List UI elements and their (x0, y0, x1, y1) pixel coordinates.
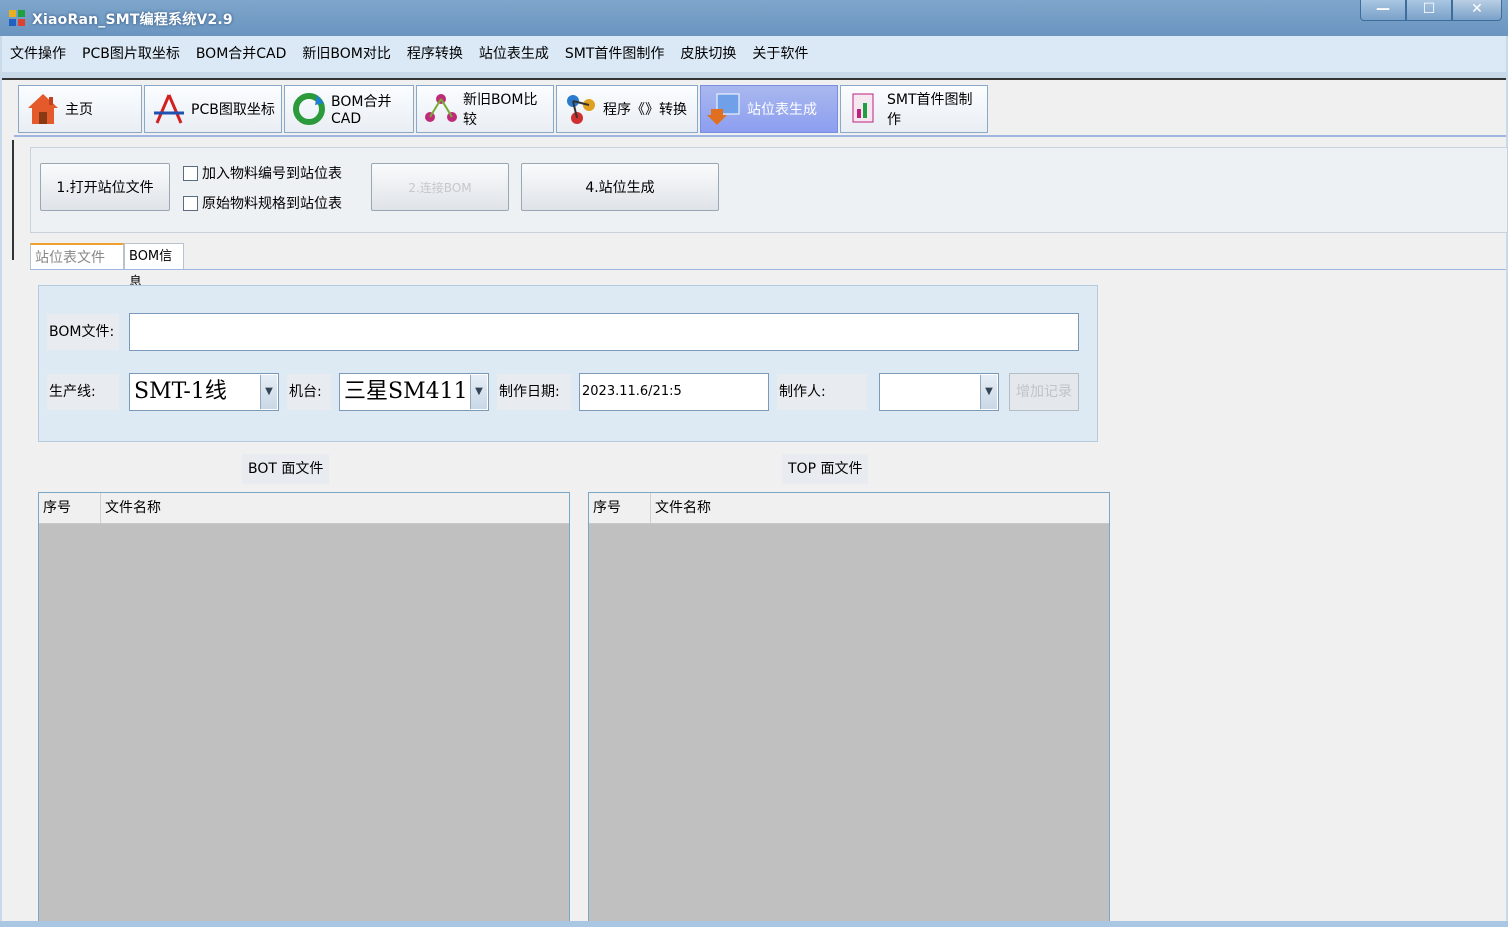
date-label: 制作日期: (497, 374, 571, 410)
tab-bom-info[interactable]: BOM信息 (124, 243, 184, 290)
add-part-code-checkbox[interactable]: 加入物料编号到站位表 (183, 163, 342, 183)
tab-label: 程序《》转换 (603, 102, 687, 118)
tab-smt-first-article[interactable]: SMT首件图制作 (840, 85, 988, 133)
tab-label: BOM合并CAD (331, 94, 392, 127)
download-icon (707, 93, 740, 125)
tab-pcb-coordinates[interactable]: PCB图取坐标 (144, 85, 282, 133)
menu-station-table[interactable]: 站位表生成 (471, 36, 557, 72)
left-divider (12, 140, 14, 260)
tab-station-table[interactable]: 站位表生成 (700, 85, 838, 133)
document-chart-icon (852, 93, 874, 123)
tab-label: 站位表生成 (747, 102, 817, 118)
menu-program-convert[interactable]: 程序转换 (399, 36, 471, 72)
module-tabs: 主页 PCB图取坐标 BOM合并CAD 新旧BOM比较 程序《》转换 站位表生成… (18, 85, 990, 135)
close-button[interactable]: ✕ (1452, 0, 1502, 21)
menu-pcb-coordinates[interactable]: PCB图片取坐标 (74, 36, 188, 72)
app-window: XiaoRan_SMT编程系统V2.9 — ☐ ✕ 文件操作 PCB图片取坐标 … (0, 0, 1508, 927)
network-icon (425, 94, 457, 122)
compass-icon (154, 94, 184, 124)
grid-header: 序号 文件名称 (39, 493, 569, 524)
top-files-grid[interactable]: 序号 文件名称 (588, 492, 1110, 927)
tab-label: SMT首件图制作 (887, 92, 973, 128)
recycle-icon (293, 93, 325, 125)
tab-label: 新旧BOM比较 (463, 92, 538, 128)
molecule-icon (567, 95, 595, 124)
col-filename-header[interactable]: 文件名称 (101, 493, 569, 523)
main-area: 主页 PCB图取坐标 BOM合并CAD 新旧BOM比较 程序《》转换 站位表生成… (2, 78, 1508, 927)
checkbox-box[interactable] (183, 195, 198, 211)
tab-station-file[interactable]: 站位表文件 (30, 243, 124, 269)
open-station-file-button[interactable]: 1.打开站位文件 (40, 163, 170, 211)
minimize-button[interactable]: — (1360, 0, 1406, 21)
machine-value: 三星SM411 (344, 379, 468, 404)
grid-header: 序号 文件名称 (589, 493, 1109, 524)
tab-program-convert[interactable]: 程序《》转换 (556, 85, 698, 133)
tab-bom-compare[interactable]: 新旧BOM比较 (416, 85, 554, 133)
maker-label: 制作人: (777, 374, 867, 410)
bom-file-label: BOM文件: (47, 314, 119, 350)
bot-files-grid[interactable]: 序号 文件名称 (38, 492, 570, 927)
menu-bar: 文件操作 PCB图片取坐标 BOM合并CAD 新旧BOM对比 程序转换 站位表生… (2, 36, 1506, 72)
menu-about[interactable]: 关于软件 (744, 36, 816, 72)
menu-bom-compare[interactable]: 新旧BOM对比 (294, 36, 398, 72)
connect-bom-button[interactable]: 2.连接BOM (371, 163, 509, 211)
checkbox-box[interactable] (183, 165, 198, 181)
home-icon (28, 94, 58, 124)
menu-smt-first-article[interactable]: SMT首件图制作 (557, 36, 673, 72)
machine-select[interactable]: 三星SM411 ▼ (339, 373, 489, 411)
add-record-button[interactable]: 增加记录 (1009, 373, 1079, 411)
maximize-button[interactable]: ☐ (1406, 0, 1452, 21)
machine-label: 机台: (287, 374, 331, 410)
production-line-label: 生产线: (47, 374, 119, 410)
title-bar[interactable]: XiaoRan_SMT编程系统V2.9 — ☐ ✕ (0, 0, 1508, 36)
top-files-caption: TOP 面文件 (782, 454, 869, 484)
menu-file[interactable]: 文件操作 (2, 36, 74, 72)
tab-bom-merge-cad[interactable]: BOM合并CAD (284, 85, 414, 133)
date-input[interactable]: 2023.11.6/21:5 (579, 373, 769, 411)
add-part-spec-checkbox[interactable]: 原始物料规格到站位表 (183, 193, 342, 213)
menu-skin[interactable]: 皮肤切换 (672, 36, 744, 72)
tab-home[interactable]: 主页 (18, 85, 142, 133)
station-toolbar: 1.打开站位文件 加入物料编号到站位表 原始物料规格到站位表 2.连接BOM 4… (30, 147, 1508, 233)
checkbox-label: 加入物料编号到站位表 (202, 166, 342, 182)
production-line-select[interactable]: SMT-1线 ▼ (129, 373, 279, 411)
window-title: XiaoRan_SMT编程系统V2.9 (32, 12, 233, 28)
col-index-header[interactable]: 序号 (589, 493, 651, 523)
subtab-underline (30, 269, 1506, 270)
tab-label: 主页 (65, 102, 93, 118)
chevron-down-icon[interactable]: ▼ (470, 375, 487, 409)
window-bottom-border (0, 921, 1508, 927)
app-logo-icon (9, 10, 25, 26)
col-index-header[interactable]: 序号 (39, 493, 101, 523)
menu-bom-merge-cad[interactable]: BOM合并CAD (188, 36, 295, 72)
maker-select[interactable]: ▼ (879, 373, 999, 411)
bom-form-panel: BOM文件: 生产线: SMT-1线 ▼ 机台: 三星SM411 ▼ 制作日期:… (38, 285, 1098, 442)
col-filename-header[interactable]: 文件名称 (651, 493, 1109, 523)
chevron-down-icon[interactable]: ▼ (260, 375, 277, 409)
production-line-value: SMT-1线 (134, 379, 227, 404)
checkbox-label: 原始物料规格到站位表 (202, 196, 342, 212)
chevron-down-icon[interactable]: ▼ (980, 375, 997, 409)
bot-files-caption: BOT 面文件 (242, 454, 330, 484)
tab-strip-underline (14, 135, 1506, 137)
bom-file-input[interactable] (129, 313, 1079, 351)
generate-station-button[interactable]: 4.站位生成 (521, 163, 719, 211)
tab-label: PCB图取坐标 (191, 102, 275, 118)
